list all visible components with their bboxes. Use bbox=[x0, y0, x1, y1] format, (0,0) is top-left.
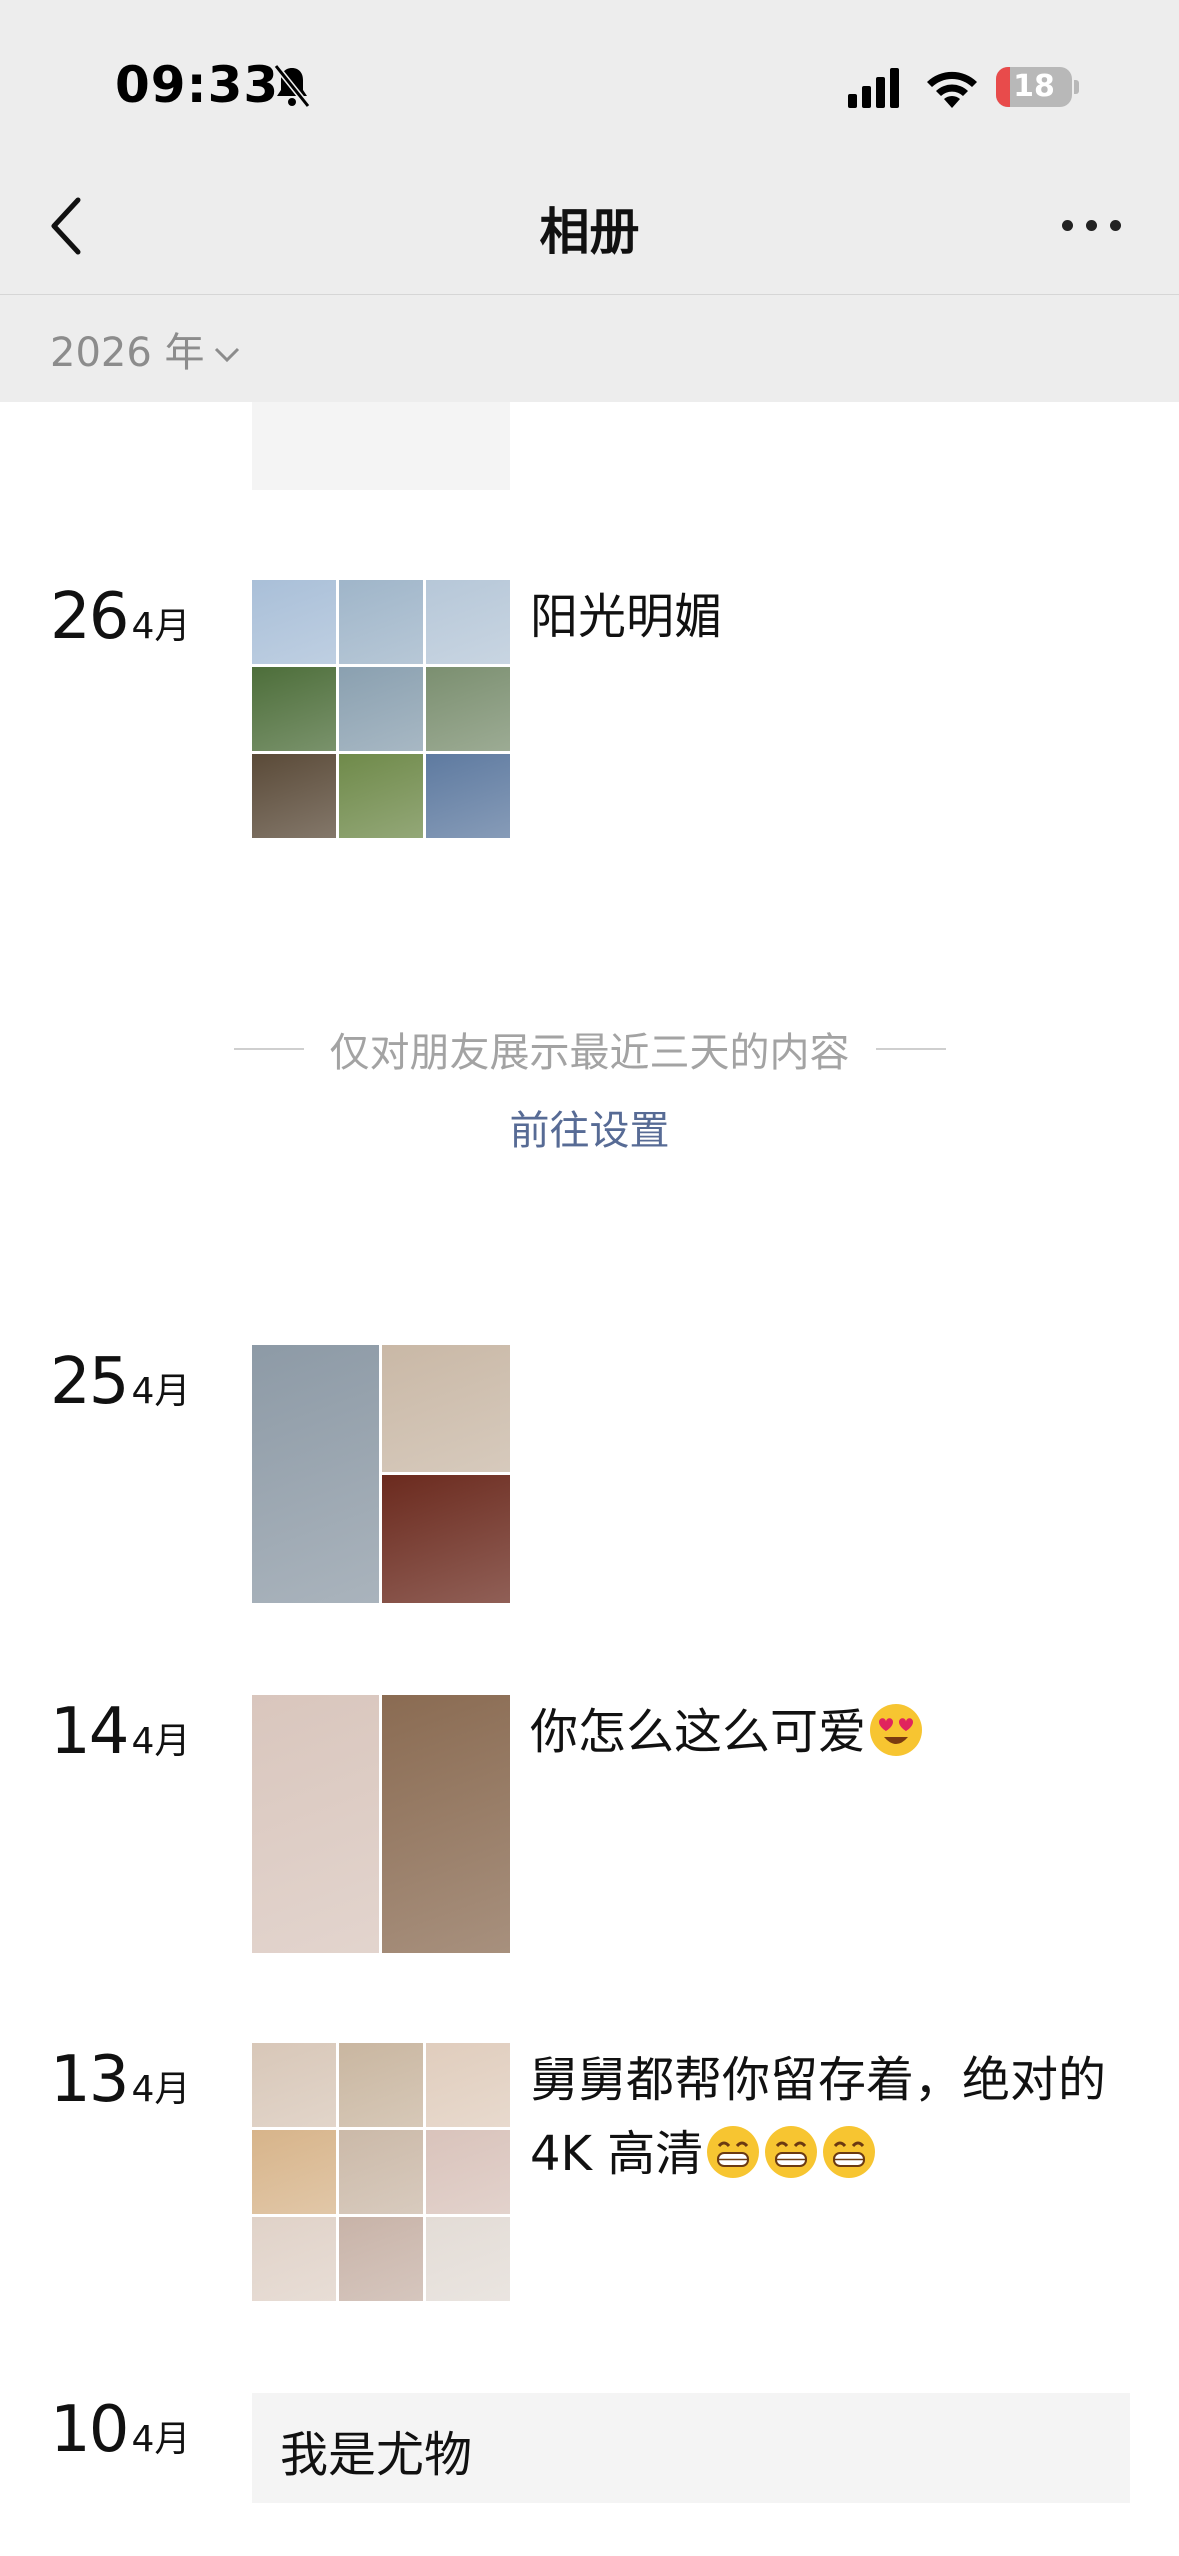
post-day: 25 bbox=[50, 1345, 129, 1419]
photo bbox=[426, 754, 510, 838]
photo bbox=[426, 2130, 510, 2214]
grinning-emoji bbox=[765, 2126, 818, 2178]
post-date: 14 4月 bbox=[50, 1695, 190, 1769]
battery-level: 18 bbox=[1013, 69, 1055, 104]
photo bbox=[339, 754, 423, 838]
post-date: 26 4月 bbox=[50, 580, 190, 654]
photo bbox=[252, 667, 336, 751]
photo bbox=[252, 1345, 379, 1603]
divider bbox=[0, 294, 1179, 295]
post-text: 我是尤物 bbox=[280, 2427, 473, 2483]
post-month: 4月 bbox=[131, 2419, 191, 2460]
post-date: 10 4月 bbox=[50, 2393, 190, 2467]
grinning-emoji bbox=[707, 2126, 760, 2178]
photo bbox=[382, 1475, 510, 1603]
post-month: 4月 bbox=[131, 2069, 191, 2110]
notice-text: 仅对朋友展示最近三天的内容 bbox=[329, 1030, 850, 1076]
battery-icon: 18 bbox=[996, 67, 1072, 107]
page-title: 相册 bbox=[539, 203, 640, 261]
more-dots-icon bbox=[1062, 220, 1073, 231]
year-label: 2026 年 bbox=[50, 330, 205, 376]
post-text-wrap: 舅舅都帮你留存着，绝对的 4K 高清 bbox=[530, 2043, 1130, 2191]
wifi-icon bbox=[927, 71, 977, 108]
photo bbox=[339, 2043, 423, 2127]
post-day: 14 bbox=[50, 1695, 129, 1769]
post-day: 26 bbox=[50, 580, 129, 654]
grinning-emoji bbox=[823, 2126, 876, 2178]
photo bbox=[426, 667, 510, 751]
photo bbox=[426, 580, 510, 664]
cellular-signal-icon bbox=[848, 68, 899, 108]
notice-line bbox=[875, 1048, 946, 1050]
previous-post-thumbnail[interactable] bbox=[252, 402, 510, 490]
chevron-down-icon bbox=[214, 347, 239, 363]
photo-grid[interactable] bbox=[252, 580, 510, 838]
post-day: 10 bbox=[50, 2393, 129, 2467]
photo bbox=[339, 580, 423, 664]
photo bbox=[252, 2130, 336, 2214]
photo bbox=[252, 1695, 379, 1953]
post-date: 25 4月 bbox=[50, 1345, 190, 1419]
photo bbox=[252, 2043, 336, 2127]
photo-grid[interactable] bbox=[252, 1345, 510, 1603]
post-date: 13 4月 bbox=[50, 2043, 190, 2117]
photo bbox=[339, 2217, 423, 2301]
post-month: 4月 bbox=[131, 606, 191, 647]
photo bbox=[426, 2043, 510, 2127]
heart-eyes-emoji bbox=[870, 1704, 923, 1756]
top-bar: 09:33 18 相册 2026 年 bbox=[0, 0, 1179, 402]
more-button[interactable] bbox=[1060, 214, 1124, 238]
more-dot bbox=[1086, 220, 1097, 231]
bell-muted-icon bbox=[273, 64, 311, 108]
photo-grid[interactable] bbox=[252, 1695, 510, 1953]
photo bbox=[382, 1695, 510, 1953]
status-time: 09:33 bbox=[115, 56, 280, 114]
photo bbox=[252, 580, 336, 664]
photo bbox=[339, 2130, 423, 2214]
post-day: 13 bbox=[50, 2043, 129, 2117]
notice-line bbox=[233, 1048, 304, 1050]
post-month: 4月 bbox=[131, 1371, 191, 1412]
battery-cap bbox=[1074, 80, 1079, 94]
post-text: 阳光明媚 bbox=[530, 589, 723, 645]
photo bbox=[426, 2217, 510, 2301]
post-month: 4月 bbox=[131, 1721, 191, 1762]
photo bbox=[252, 2217, 336, 2301]
post-text-wrap: 你怎么这么可爱 bbox=[530, 1695, 1130, 1769]
photo bbox=[252, 754, 336, 838]
post-text: 你怎么这么可爱 bbox=[530, 1704, 867, 1760]
privacy-notice: 仅对朋友展示最近三天的内容 bbox=[0, 1020, 1179, 1078]
photo bbox=[382, 1345, 510, 1472]
photo bbox=[339, 667, 423, 751]
more-dot bbox=[1110, 220, 1121, 231]
text-post-card[interactable]: 我是尤物 bbox=[252, 2393, 1130, 2503]
year-filter[interactable]: 2026 年 bbox=[50, 320, 241, 378]
go-to-settings-link[interactable]: 前往设置 bbox=[0, 1098, 1179, 1156]
photo-grid[interactable] bbox=[252, 2043, 510, 2301]
